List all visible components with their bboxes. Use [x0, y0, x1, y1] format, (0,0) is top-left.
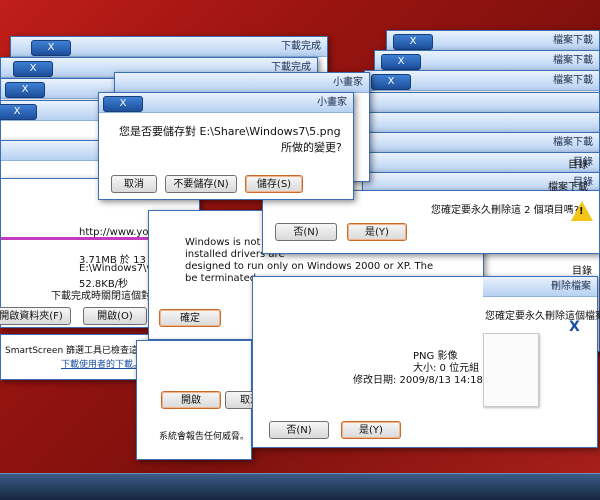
taskbar	[0, 473, 600, 500]
no-button[interactable]: 否(N)	[269, 421, 329, 439]
title-bar: 檔案下載	[341, 133, 599, 153]
close-button[interactable]: X	[393, 34, 433, 50]
save-message-line-1: 您是否要儲存對 E:\Share\Windows7\5.png	[119, 125, 341, 138]
open-button[interactable]: 開啟(O)	[83, 307, 147, 325]
window-title: 檔案下載	[553, 75, 593, 86]
close-button[interactable]: X	[31, 40, 71, 56]
compat-line-4: be terminated	[185, 273, 257, 284]
delete-file-dialog: 刪除檔案 您確定要永久刪除這個檔案嗎? X PNG 影像 大小: 0 位元組 修…	[252, 276, 600, 448]
delete-items-question: 您確定要永久刪除這 2 個項目嗎?	[431, 205, 580, 216]
right-label-directory-1: 目錄	[568, 160, 588, 171]
title-bar	[341, 113, 599, 133]
ok-button[interactable]: 確定	[159, 309, 221, 327]
file-modified: 修改日期: 2009/8/13 14:18	[353, 375, 483, 386]
close-button[interactable]: X	[5, 82, 45, 98]
title-bar	[357, 93, 599, 113]
yes-button[interactable]: 是(Y)	[347, 223, 407, 241]
paint-save-dialog: 小畫家 X 您是否要儲存對 E:\Share\Windows7\5.png 所做…	[98, 92, 354, 200]
no-button[interactable]: 否(N)	[275, 223, 337, 241]
close-button[interactable]: X	[0, 104, 37, 120]
close-button[interactable]: X	[103, 96, 143, 112]
window-title: 檔案下載	[553, 137, 593, 148]
window-title: 刪除檔案	[551, 281, 591, 292]
compat-line-3: designed to run only on Windows 2000 or …	[185, 261, 434, 272]
right-label-directory-2: 目錄	[572, 266, 592, 277]
window-title: 小畫家	[317, 97, 347, 108]
window-title: 下載完成	[281, 41, 321, 52]
cancel-button[interactable]: 取消	[111, 175, 157, 193]
open-button[interactable]: 開啟	[161, 391, 221, 409]
smartscreen-link[interactable]: 下載使用者的下載。	[61, 357, 142, 370]
close-icon: X	[569, 319, 580, 335]
window-title: 檔案下載	[553, 55, 593, 66]
title-bar: 目錄	[351, 153, 599, 173]
close-button[interactable]: X	[371, 74, 411, 90]
open-file-dialog: 開啟 取消 系統會報告任何威脅。 檢查	[136, 340, 275, 460]
window-title: 小畫家	[333, 77, 363, 88]
delete-question: 您確定要永久刪除這個檔案嗎?	[485, 311, 600, 322]
right-label-download: 檔案下載	[548, 182, 588, 193]
title-bar: 刪除檔案	[483, 277, 597, 297]
yes-button[interactable]: 是(Y)	[341, 421, 401, 439]
window-title: 檔案下載	[553, 35, 593, 46]
close-button[interactable]: X	[13, 61, 53, 77]
open-folder-button[interactable]: 開啟資料夾(F)	[0, 307, 71, 325]
warning-icon-glyph: !	[579, 206, 584, 217]
save-message-line-2: 所做的變更?	[281, 141, 342, 154]
close-button[interactable]: X	[381, 54, 421, 70]
save-button[interactable]: 儲存(S)	[245, 175, 303, 193]
dont-save-button[interactable]: 不要儲存(N)	[165, 175, 237, 193]
file-thumbnail	[483, 333, 539, 407]
title-bar: 小畫家	[115, 73, 369, 93]
